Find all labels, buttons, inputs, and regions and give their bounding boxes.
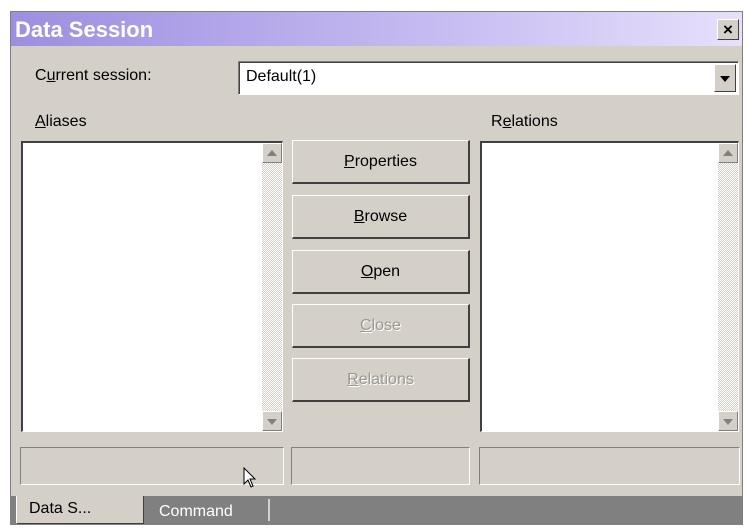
mouse-cursor-icon <box>243 467 257 488</box>
relations-scrollbar[interactable] <box>718 143 738 431</box>
aliases-scrollbar[interactable] <box>262 143 282 431</box>
tab-data-session[interactable]: Data S... <box>16 496 144 524</box>
data-session-window: Data Session × Current session: Default(… <box>10 11 743 525</box>
current-session-dropdown[interactable]: Default(1) <box>238 61 739 95</box>
relations-button[interactable]: Relations <box>292 358 470 402</box>
relations-label: Relations <box>491 113 558 130</box>
tab-command[interactable]: Command <box>159 502 233 522</box>
dropdown-arrow-icon[interactable] <box>714 64 736 92</box>
browse-button[interactable]: Browse <box>292 195 470 239</box>
current-session-value: Default(1) <box>246 68 317 85</box>
scroll-up-icon[interactable] <box>718 143 738 163</box>
close-button[interactable]: Close <box>292 304 470 348</box>
open-button[interactable]: Open <box>292 250 470 294</box>
aliases-label: Aliases <box>35 113 87 130</box>
window-title: Data Session <box>15 17 154 42</box>
current-session-label: Current session: <box>35 67 152 84</box>
status-panel-right <box>479 447 740 485</box>
tab-strip: Data S... Command <box>11 496 742 524</box>
scroll-up-icon[interactable] <box>262 143 282 163</box>
status-panel-middle <box>291 447 470 485</box>
properties-button[interactable]: Properties <box>292 140 470 184</box>
tab-separator <box>268 499 270 521</box>
close-icon[interactable]: × <box>717 19 739 40</box>
title-bar[interactable]: Data Session × <box>11 12 742 46</box>
scroll-down-icon[interactable] <box>262 411 282 431</box>
relations-list[interactable] <box>480 141 739 432</box>
aliases-list[interactable] <box>21 141 283 432</box>
scroll-down-icon[interactable] <box>718 411 738 431</box>
